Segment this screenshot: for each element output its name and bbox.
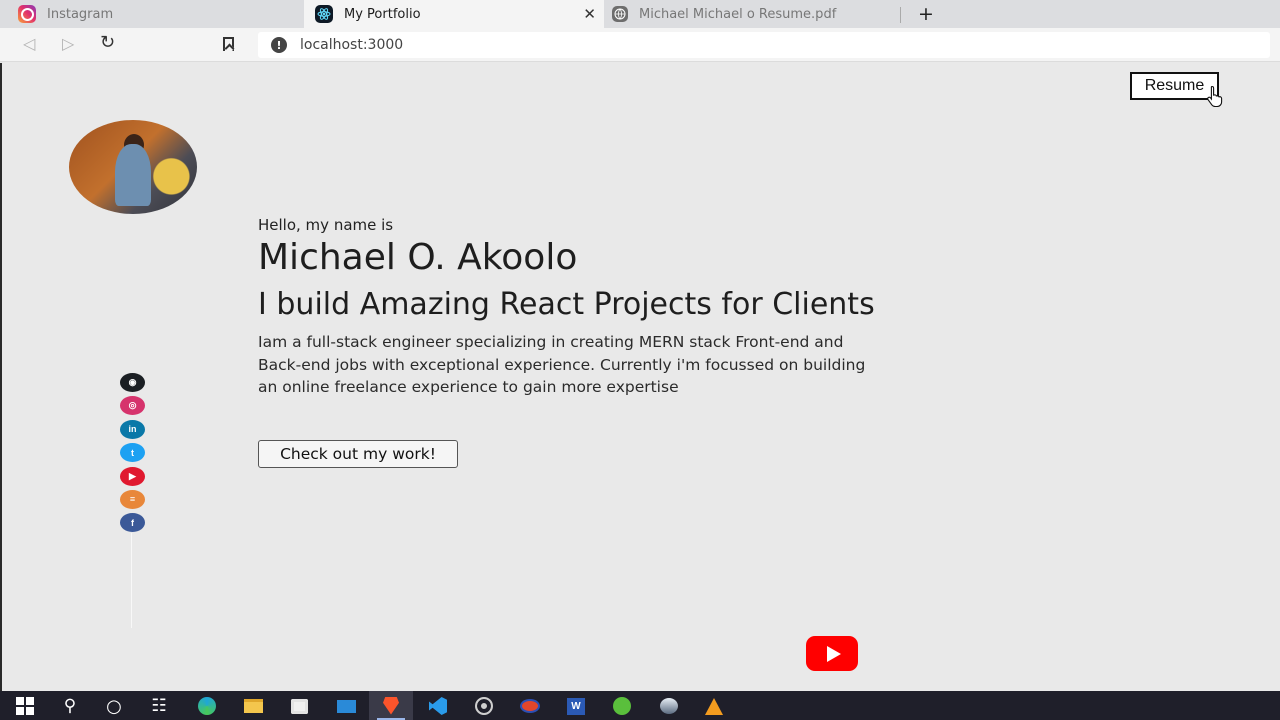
mail-icon[interactable] [336, 696, 356, 716]
tab-instagram[interactable]: Instagram [18, 0, 298, 28]
github-icon[interactable]: ◉ [120, 373, 145, 392]
stackoverflow-icon[interactable]: ≡ [120, 489, 145, 509]
bookmark-icon[interactable] [223, 37, 234, 51]
browser-toolbar: ◁ ▷ ↻ ! localhost:3000 [0, 28, 1280, 62]
instagram-icon [18, 5, 36, 23]
youtube-icon[interactable]: ▶ [120, 466, 145, 486]
browser-tab-strip: Instagram My Portfolio ✕ Michael Michael… [0, 0, 1280, 28]
react-icon [315, 5, 333, 23]
edge-icon[interactable] [197, 696, 217, 716]
app-icon[interactable] [520, 696, 540, 716]
tab-title: Michael Michael o Resume.pdf [639, 6, 837, 22]
tab-my-portfolio[interactable]: My Portfolio ✕ [304, 0, 604, 28]
vscode-icon[interactable] [428, 696, 448, 716]
tab-separator [900, 7, 901, 23]
profile-avatar [69, 120, 197, 214]
linkedin-icon[interactable]: in [120, 419, 145, 439]
new-tab-button[interactable]: + [918, 3, 934, 25]
tab-resume-pdf[interactable]: Michael Michael o Resume.pdf [612, 0, 902, 28]
store-icon[interactable] [289, 696, 309, 716]
social-divider-line [131, 533, 132, 628]
youtube-play-icon[interactable] [806, 636, 858, 671]
sphere-app-icon[interactable] [659, 696, 679, 716]
windows-taskbar: ⚲ ○ ☷ W [0, 691, 1280, 720]
bio-paragraph: Iam a full-stack engineer specializing i… [258, 333, 866, 397]
task-view-icon[interactable]: ☷ [149, 696, 169, 716]
instagram-icon[interactable]: ◎ [120, 396, 145, 416]
site-info-icon[interactable]: ! [271, 37, 287, 53]
address-bar[interactable]: ! localhost:3000 [258, 32, 1270, 58]
cortana-icon[interactable]: ○ [104, 696, 124, 717]
hero-tagline: I build Amazing React Projects for Clien… [258, 287, 875, 322]
hero-name: Michael O. Akoolo [258, 237, 578, 278]
avatar-figure [115, 144, 151, 206]
tab-title: Instagram [47, 6, 114, 22]
globe-icon [612, 6, 628, 22]
page-viewport: Resume Hello, my name is Michael O. Akoo… [0, 63, 1280, 691]
search-icon[interactable]: ⚲ [60, 696, 80, 716]
intro-text: Hello, my name is [258, 216, 394, 234]
chrome-icon[interactable] [474, 696, 494, 716]
vlc-icon[interactable] [704, 696, 724, 716]
close-tab-icon[interactable]: ✕ [583, 5, 596, 23]
forward-button[interactable]: ▷ [62, 34, 74, 53]
reload-button[interactable]: ↻ [100, 32, 115, 53]
social-links: ◉ ◎ in t ▶ ≡ f [120, 373, 146, 537]
file-explorer-icon[interactable] [243, 696, 263, 716]
twitter-icon[interactable]: t [120, 443, 145, 463]
brave-icon[interactable] [369, 691, 413, 720]
windows-start-icon[interactable] [15, 696, 35, 716]
green-app-icon[interactable] [612, 696, 632, 716]
back-button[interactable]: ◁ [23, 34, 35, 53]
facebook-icon[interactable]: f [120, 513, 145, 533]
word-icon[interactable]: W [566, 696, 586, 716]
url-text[interactable]: localhost:3000 [300, 37, 403, 53]
hand-cursor-icon [1207, 85, 1223, 107]
tab-title: My Portfolio [344, 6, 421, 22]
check-out-work-button[interactable]: Check out my work! [258, 440, 458, 468]
